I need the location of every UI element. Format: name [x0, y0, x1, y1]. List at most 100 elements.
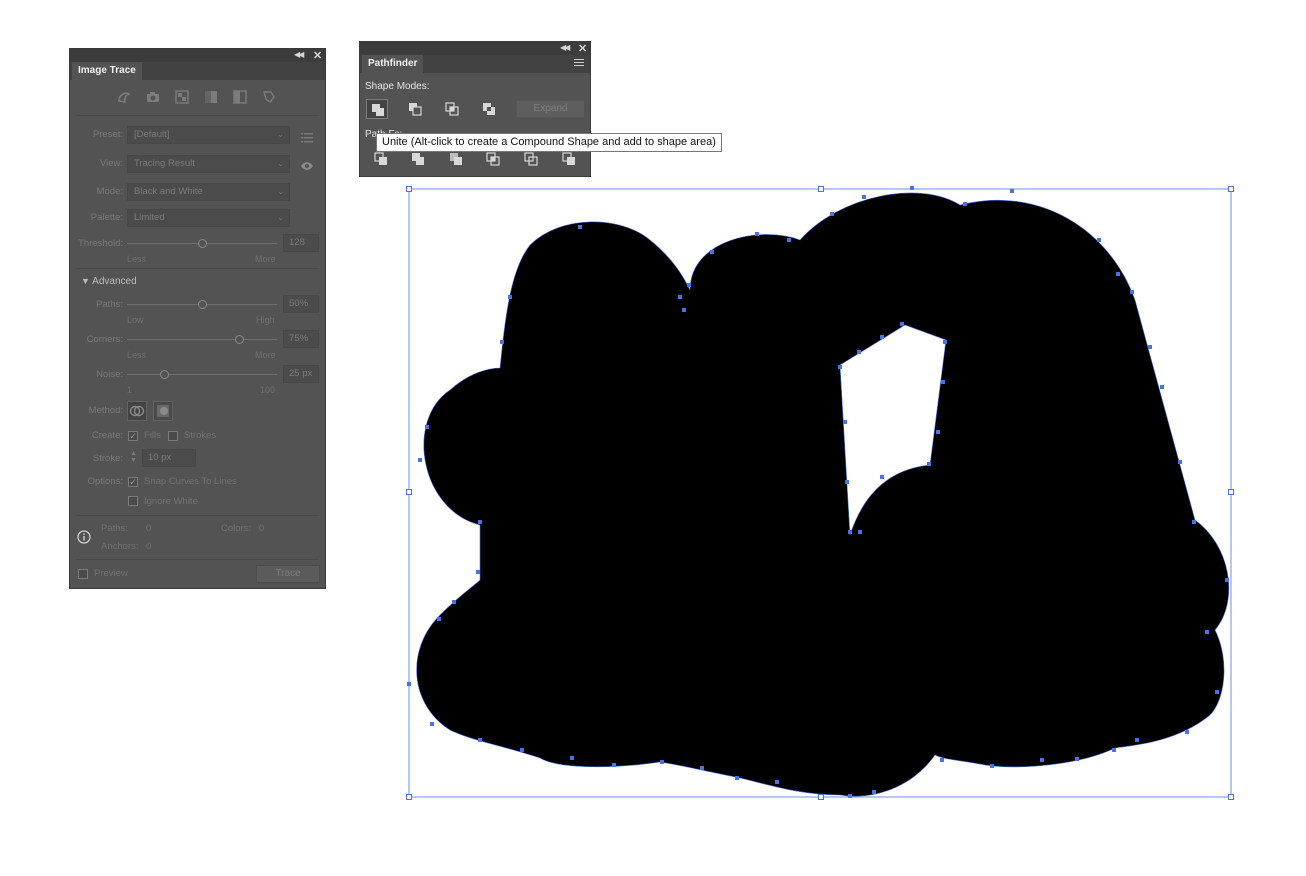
corners-max-label: More	[255, 350, 276, 360]
paths-max-label: High	[256, 315, 275, 325]
view-select[interactable]: Tracing Result ⌄	[127, 155, 290, 173]
noise-label: Noise:	[96, 369, 123, 380]
preview-checkbox[interactable]	[78, 569, 88, 579]
intersect-button[interactable]	[441, 99, 463, 119]
noise-max-label: 100	[260, 385, 276, 395]
paths-min-label: Low	[127, 315, 144, 325]
palette-value: Limited	[134, 212, 165, 223]
exclude-button[interactable]	[478, 99, 500, 119]
high-color-icon[interactable]	[145, 89, 161, 105]
noise-slider-track[interactable]	[127, 374, 277, 375]
threshold-slider-knob[interactable]	[197, 239, 207, 248]
collapse-icon[interactable]: ◀◀	[560, 43, 570, 52]
stats-anchors-value: 0	[146, 541, 152, 552]
strokes-label: Strokes	[184, 430, 217, 441]
method-abutting-button[interactable]	[127, 401, 147, 421]
trim-button[interactable]	[407, 149, 429, 169]
paths-value-field[interactable]: 50%	[283, 295, 319, 313]
collapse-icon[interactable]: ◀◀	[294, 50, 304, 59]
unite-tooltip: Unite (Alt-click to create a Compound Sh…	[376, 133, 722, 152]
fills-checkbox[interactable]: ✓	[128, 431, 138, 441]
close-icon[interactable]: ✕	[313, 49, 322, 62]
threshold-max-label: More	[255, 254, 276, 264]
merge-button[interactable]	[445, 149, 467, 169]
crop-button[interactable]	[482, 149, 504, 169]
divider	[76, 559, 319, 560]
traced-black-shape[interactable]	[416, 192, 1230, 797]
panel-title-bar[interactable]: ◀◀ ✕	[70, 49, 325, 62]
threshold-label: Threshold:	[78, 238, 123, 249]
panel-tab-row: Pathfinder	[360, 55, 590, 73]
divider	[76, 115, 319, 116]
chevron-down-icon: ⌄	[277, 187, 284, 196]
threshold-min-label: Less	[127, 254, 147, 264]
stats-colors-label: Colors:	[221, 523, 252, 534]
expand-button[interactable]: Expand	[516, 100, 585, 118]
snap-curves-label: Snap Curves To Lines	[144, 476, 237, 487]
panel-tab-row: Image Trace	[70, 62, 325, 80]
pathfinder-panel: ◀◀ ✕ Pathfinder Shape Modes: Expand Path…	[359, 41, 591, 177]
outline-icon[interactable]	[261, 89, 277, 105]
tab-pathfinder[interactable]: Pathfinder	[362, 55, 424, 73]
tab-image-trace[interactable]: Image Trace	[72, 62, 142, 80]
paths-label: Paths:	[96, 299, 123, 310]
chevron-down-icon: ⌄	[277, 130, 284, 139]
corners-value-field[interactable]: 75%	[283, 330, 319, 348]
preset-icon-row	[70, 87, 325, 111]
unite-button[interactable]	[366, 99, 388, 119]
noise-value-field[interactable]: 25 px	[283, 365, 319, 383]
grayscale-icon[interactable]	[203, 89, 219, 105]
stats-paths-value: 0	[146, 523, 152, 534]
mode-select[interactable]: Black and White ⌄	[127, 183, 290, 201]
preview-label: Preview	[94, 568, 128, 579]
minus-back-button[interactable]	[558, 149, 580, 169]
divider	[76, 268, 319, 269]
stats-colors-value: 0	[259, 523, 265, 534]
palette-select[interactable]: Limited ⌄	[127, 209, 290, 227]
preset-list-icon[interactable]	[301, 130, 313, 148]
palette-label: Palette:	[90, 212, 123, 223]
minus-front-button[interactable]	[404, 99, 426, 119]
triangle-down-icon: ▼	[81, 276, 90, 286]
advanced-toggle[interactable]: ▼ Advanced	[81, 276, 137, 287]
preset-label: Preset:	[92, 129, 123, 140]
advanced-label: Advanced	[92, 276, 137, 287]
close-icon[interactable]: ✕	[578, 42, 587, 55]
corners-slider-knob[interactable]	[235, 335, 244, 344]
low-color-icon[interactable]	[174, 89, 190, 105]
preset-value: [Default]	[134, 129, 170, 140]
eye-icon[interactable]	[300, 158, 314, 176]
paths-slider-knob[interactable]	[197, 300, 207, 309]
stroke-stepper[interactable]: ▲ ▼	[130, 450, 137, 464]
mode-value: Black and White	[134, 186, 203, 197]
outline-button[interactable]	[520, 149, 542, 169]
panel-title-bar[interactable]: ◀◀ ✕	[360, 42, 590, 55]
shape-modes-label: Shape Modes:	[365, 81, 430, 92]
divide-button[interactable]	[370, 149, 392, 169]
ignore-white-checkbox[interactable]	[128, 496, 138, 506]
stroke-value-field[interactable]: 10 px	[142, 449, 196, 467]
threshold-value-field[interactable]: 128	[283, 234, 319, 252]
trace-button[interactable]: Trace	[256, 565, 320, 583]
black-and-white-icon[interactable]	[232, 89, 248, 105]
stats-paths-label: Paths:	[101, 523, 128, 534]
panel-menu-icon[interactable]	[574, 59, 584, 67]
noise-min-label: 1	[127, 385, 133, 395]
chevron-down-icon: ⌄	[277, 159, 284, 168]
auto-color-icon[interactable]	[116, 89, 132, 105]
corners-label: Corners:	[86, 334, 123, 345]
method-label: Method:	[88, 405, 123, 416]
strokes-checkbox[interactable]	[168, 431, 178, 441]
noise-slider-knob[interactable]	[160, 370, 169, 379]
corners-min-label: Less	[127, 350, 147, 360]
options-label: Options:	[87, 476, 123, 487]
corners-slider-track[interactable]	[127, 339, 277, 340]
image-trace-panel: ◀◀ ✕ Image Trace Preset: [Default] ⌄ Vie…	[69, 48, 326, 589]
method-overlapping-button[interactable]	[153, 401, 173, 421]
chevron-down-icon: ⌄	[277, 213, 284, 222]
preset-select[interactable]: [Default] ⌄	[127, 126, 290, 144]
view-value: Tracing Result	[134, 158, 195, 169]
snap-curves-checkbox[interactable]: ✓	[128, 477, 138, 487]
stroke-label: Stroke:	[92, 453, 123, 464]
ignore-white-label: Ignore White	[144, 496, 198, 507]
